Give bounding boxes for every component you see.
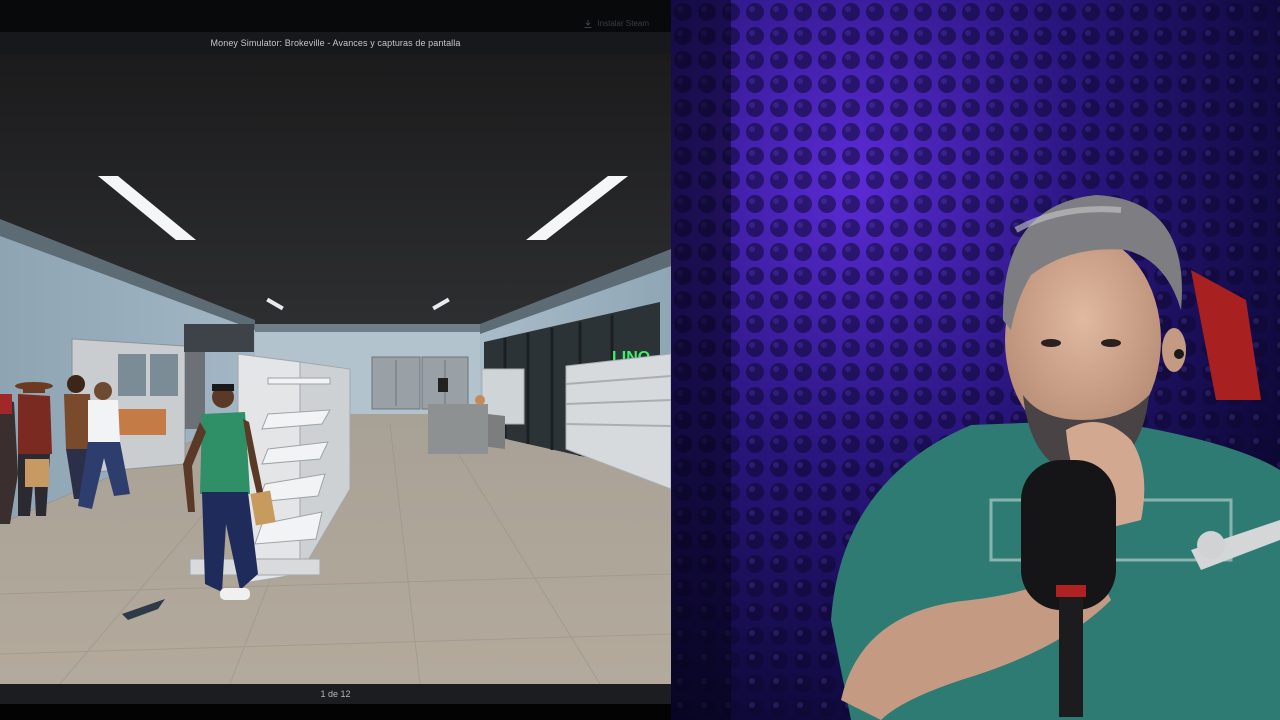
viewer-bottom-strip xyxy=(0,704,671,720)
window-title: Money Simulator: Brokeville - Avances y … xyxy=(210,38,461,48)
game-screenshot[interactable]: LINO xyxy=(0,54,671,684)
webcam-feed xyxy=(671,0,1280,720)
download-icon xyxy=(584,19,592,28)
screenshot-viewer: Instalar Steam Money Simulator: Brokevil… xyxy=(0,0,671,720)
viewer-title-bar: Money Simulator: Brokeville - Avances y … xyxy=(0,32,671,54)
screenshot-counter: 1 de 12 xyxy=(320,689,351,699)
stream-layout: Instalar Steam Money Simulator: Brokevil… xyxy=(0,0,1280,720)
screenshot-counter-bar: 1 de 12 xyxy=(0,684,671,704)
install-steam-label: Instalar Steam xyxy=(597,19,649,28)
steam-top-strip: Instalar Steam xyxy=(0,0,671,32)
install-steam-link[interactable]: Instalar Steam xyxy=(584,19,649,28)
